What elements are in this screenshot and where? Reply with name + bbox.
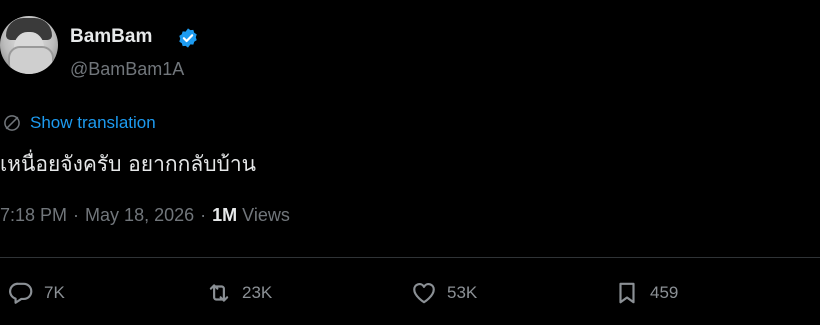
tweet-time[interactable]: 7:18 PM	[0, 205, 67, 225]
display-name[interactable]: BamBam	[70, 26, 152, 48]
repost-icon	[209, 284, 229, 302]
user-handle[interactable]: @BamBam1A	[70, 59, 184, 80]
repost-button[interactable]: 23K	[206, 279, 272, 307]
bookmark-icon	[619, 282, 635, 304]
reply-button[interactable]: 7K	[8, 279, 65, 307]
views-label: Views	[242, 205, 290, 225]
divider	[0, 257, 820, 258]
tweet-date[interactable]: May 18, 2026	[85, 205, 194, 225]
views-count: 1M	[212, 205, 238, 225]
like-button[interactable]: 53K	[411, 279, 477, 307]
bookmark-button[interactable]: 459	[614, 279, 678, 307]
meta-separator: ·	[200, 205, 207, 225]
heart-icon	[413, 283, 435, 304]
show-translation-label: Show translation	[30, 113, 156, 132]
tweet-meta: 7:18 PM · May 18, 2026 · 1M Views	[0, 205, 290, 226]
repost-count: 23K	[242, 283, 273, 302]
reply-icon	[9, 282, 33, 304]
avatar-hands	[8, 46, 54, 74]
tweet-card: BamBam @BamBam1A Show translation เหนื่อ…	[0, 0, 820, 325]
verified-badge-icon	[179, 28, 197, 48]
avatar[interactable]	[0, 16, 58, 74]
globe-icon	[4, 115, 20, 131]
tweet-text: เหนื่อยจังครับ อยากกลับบ้าน	[0, 152, 256, 176]
reply-count: 7K	[44, 283, 65, 302]
like-count: 53K	[447, 283, 478, 302]
meta-separator: ·	[73, 205, 80, 225]
bookmark-count: 459	[650, 283, 679, 302]
show-translation-button[interactable]: Show translation	[2, 112, 156, 134]
